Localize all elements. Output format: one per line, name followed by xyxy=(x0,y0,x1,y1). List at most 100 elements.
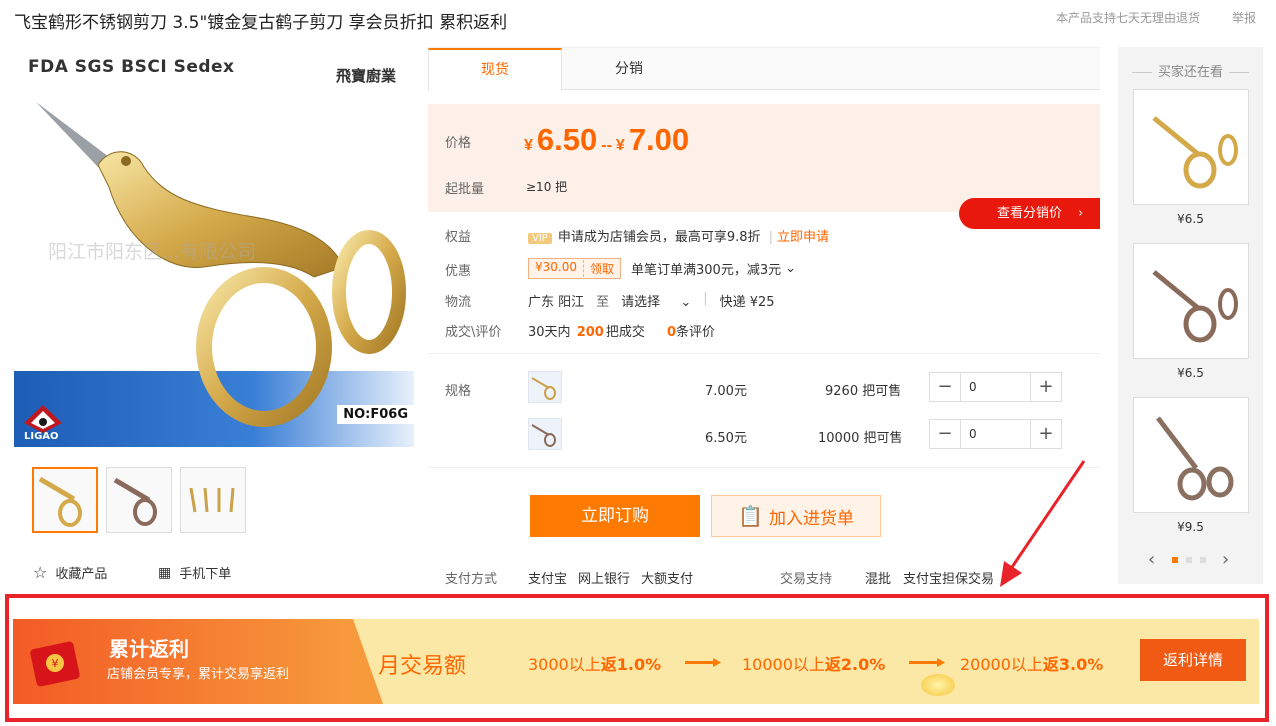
chevron-down-icon: ⌄ xyxy=(680,295,692,310)
support-escrow: 支付宝担保交易 xyxy=(903,572,995,587)
to-word: 至 xyxy=(596,295,610,310)
coupon-value: ¥30.00 xyxy=(535,260,577,274)
tier-1-word: 返 xyxy=(600,655,617,674)
add-to-cart-button[interactable]: 📋 加入进货单 xyxy=(711,495,881,537)
apply-now-link[interactable]: 立即申请 xyxy=(777,230,829,245)
tab-distribution[interactable]: 分销 xyxy=(562,48,696,91)
also-viewed-title-text: 买家还在看 xyxy=(1157,65,1223,80)
rebate-title: 累计返利 xyxy=(109,637,189,661)
sku-price-2: 6.50元 xyxy=(705,431,747,446)
also-viewed-panel: 买家还在看 ¥6.5 ¥6.5 ¥9.5 ‹ › xyxy=(1118,47,1263,584)
minus-icon[interactable]: − xyxy=(930,373,960,401)
deals-prefix: 30天内 xyxy=(528,325,571,340)
sku-image-1[interactable] xyxy=(528,371,562,403)
plus-icon[interactable]: + xyxy=(1031,373,1061,401)
ship-from: 广东 阳江 xyxy=(528,295,585,310)
payment-large: 大额支付 xyxy=(641,572,694,587)
tier-2-rate: 2.0% xyxy=(840,655,886,674)
rebate-tier-1: 3000以上返1.0% xyxy=(528,651,661,675)
price-panel: 价格 ¥ 6.50 -- ¥ 7.00 起批量 ≥10 把 xyxy=(428,104,1100,212)
view-distribution-price-button[interactable]: 查看分销价 › xyxy=(959,198,1100,229)
divider xyxy=(428,353,1100,354)
price-label: 价格 xyxy=(445,136,472,151)
logistics-row: 广东 阳江 至 请选择 ⌄ | 快递 ¥25 xyxy=(528,291,775,310)
rebate-tier-2: 10000以上返2.0% xyxy=(742,651,885,675)
sku-image-2[interactable] xyxy=(528,418,562,450)
sold-count: 200 xyxy=(576,325,604,340)
main-product-image[interactable]: FDA SGS BSCI Sedex 飛寶廚業 阳江市阳东区...有限公司 NO… xyxy=(14,47,414,447)
plus-icon[interactable]: + xyxy=(1031,420,1061,448)
buy-now-button[interactable]: 立即订购 xyxy=(530,495,700,537)
review-count[interactable]: 0 xyxy=(667,325,676,340)
monthly-volume-label: 月交易额 xyxy=(378,654,467,679)
tab-spot[interactable]: 现货 xyxy=(428,48,562,91)
also-viewed-price-1: ¥6.5 xyxy=(1177,212,1204,226)
moq-label: 起批量 xyxy=(445,182,485,197)
discount-row: ¥30.00 领取 单笔订单满300元，减3元 ⌄ xyxy=(528,258,796,279)
minus-icon[interactable]: − xyxy=(930,420,960,448)
sold-suffix: 把成交 xyxy=(605,325,645,340)
add-to-cart-label: 加入进货单 xyxy=(768,508,854,529)
vip-badge: VIP xyxy=(528,233,552,244)
rebate-banner: ¥ 累计返利 店铺会员专享，累计交易享返利 月交易额 3000以上返1.0% 1… xyxy=(13,619,1259,704)
model-number: NO:F06G xyxy=(337,405,414,424)
rebate-intro: ¥ 累计返利 店铺会员专享，累计交易享返利 xyxy=(13,619,383,704)
also-viewed-image-3[interactable] xyxy=(1133,397,1249,513)
also-viewed-image-1[interactable] xyxy=(1133,89,1249,205)
price-range: ¥ 6.50 -- ¥ 7.00 xyxy=(524,122,689,158)
benefits-row: VIP 申请成为店铺会员，最高可享9.8折 | 立即申请 xyxy=(528,226,829,245)
destination-select[interactable]: 请选择 ⌄ xyxy=(621,291,691,310)
star-icon: ☆ xyxy=(33,563,48,582)
express-fee: 快递 ¥25 xyxy=(719,295,775,310)
clipboard-icon: 📋 xyxy=(738,504,763,528)
qrcode-icon: ▦ xyxy=(158,564,172,581)
payment-label: 支付方式 xyxy=(445,572,498,587)
also-viewed-image-2[interactable] xyxy=(1133,243,1249,359)
return-policy-link[interactable]: 本产品支持七天无理由退货 xyxy=(1056,9,1200,26)
chevron-right-icon[interactable]: › xyxy=(1222,549,1229,570)
benefits-label: 权益 xyxy=(445,230,472,245)
coupon[interactable]: ¥30.00 领取 xyxy=(528,258,622,279)
favorite-action[interactable]: ☆ 收藏产品 xyxy=(33,563,107,582)
chevron-left-icon[interactable]: ‹ xyxy=(1148,549,1155,570)
thumbnail-1[interactable] xyxy=(32,467,98,533)
tier-1-rate: 1.0% xyxy=(616,655,662,674)
review-suffix[interactable]: 条评价 xyxy=(676,325,715,340)
discount-label: 优惠 xyxy=(445,264,472,279)
chevron-down-icon[interactable]: ⌄ xyxy=(785,261,796,276)
payment-netbank: 网上银行 xyxy=(578,572,631,587)
thumbnail-2[interactable] xyxy=(106,467,172,533)
sku-label: 规格 xyxy=(445,384,472,399)
carousel-dots xyxy=(1172,557,1206,563)
rebate-subtitle: 店铺会员专享，累计交易享返利 xyxy=(107,667,290,682)
coupon-claim: 领取 xyxy=(583,260,620,277)
report-link[interactable]: 举报 xyxy=(1232,9,1256,26)
tier-1-threshold: 3000以上 xyxy=(528,655,601,674)
red-envelope-icon: ¥ xyxy=(30,641,80,687)
thumbnail-3[interactable] xyxy=(180,467,246,533)
price-low: 6.50 xyxy=(536,122,598,157)
favorite-label: 收藏产品 xyxy=(55,567,108,582)
currency-symbol-2: ¥ xyxy=(615,137,625,154)
rebate-details-button[interactable]: 返利详情 xyxy=(1140,639,1246,681)
quantity-input-2[interactable]: 0 xyxy=(960,420,1031,448)
benefits-text: 申请成为店铺会员，最高可享9.8折 xyxy=(557,230,761,245)
tier-3-word: 返 xyxy=(1042,655,1059,674)
also-viewed-price-3: ¥9.5 xyxy=(1177,520,1204,534)
svg-text:¥: ¥ xyxy=(52,657,59,670)
arrow-right-icon xyxy=(685,657,721,672)
tier-2-word: 返 xyxy=(824,655,841,674)
quantity-input-1[interactable]: 0 xyxy=(960,373,1031,401)
tier-3-threshold: 20000以上 xyxy=(960,655,1043,674)
product-title: 飞宝鹤形不锈钢剪刀 3.5"镀金复古鹤子剪刀 享会员折扣 累积返利 xyxy=(14,13,508,33)
quantity-stepper-1: − 0 + xyxy=(929,372,1062,402)
price-separator: -- xyxy=(601,137,612,154)
discount-text: 单笔订单满300元，减3元 xyxy=(631,263,782,278)
support-mixed: 混批 xyxy=(865,572,892,587)
also-viewed-title: 买家还在看 xyxy=(1118,61,1263,80)
mobile-order-action[interactable]: ▦ 手机下单 xyxy=(158,563,232,583)
currency-symbol: ¥ xyxy=(524,137,533,154)
mobile-order-label: 手机下单 xyxy=(179,567,232,582)
payment-methods: 支付宝 网上银行 大额支付 xyxy=(528,568,693,587)
coin-decoration xyxy=(921,674,955,696)
